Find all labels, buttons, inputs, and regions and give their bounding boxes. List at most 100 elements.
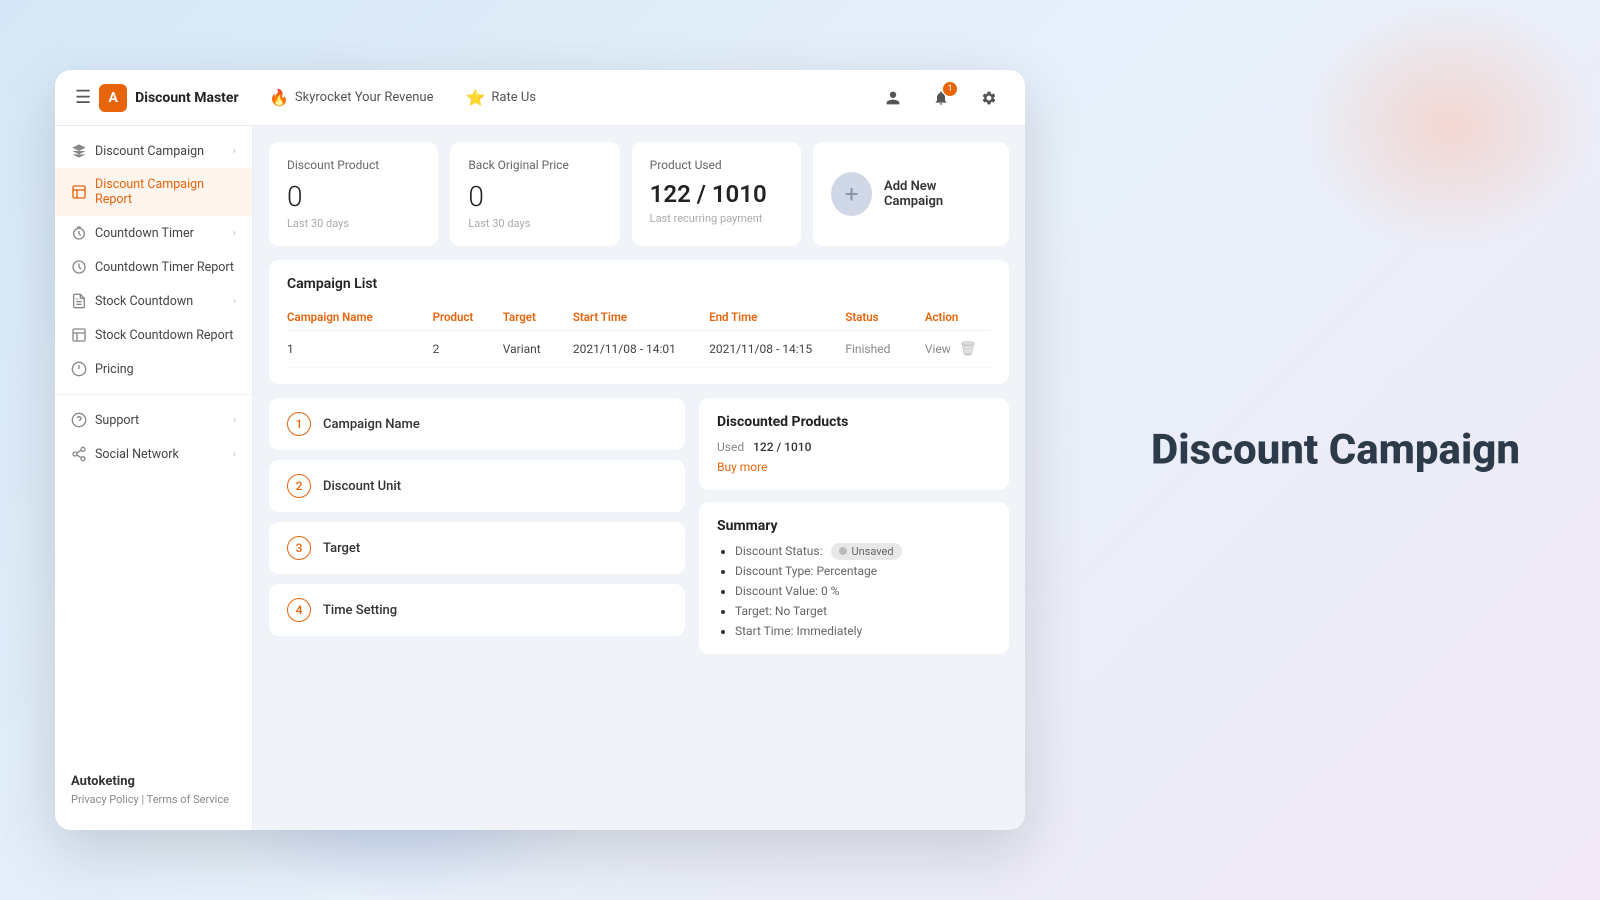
used-value: 122 / 1010 (753, 440, 811, 454)
app-logo: A (99, 84, 127, 112)
delete-button[interactable]: 🗑 (959, 341, 977, 357)
pricing-icon (71, 361, 87, 377)
user-icon-btn[interactable] (877, 82, 909, 114)
step-number-3: 3 (287, 536, 311, 560)
summary-item-1: Discount Type: Percentage (735, 564, 991, 578)
buy-more-link[interactable]: Buy more (717, 460, 991, 474)
sidebar-label-stock-countdown: Stock Countdown (95, 294, 225, 309)
summary-label-2: Discount Value: (735, 584, 818, 598)
add-circle-icon: + (831, 172, 872, 216)
sidebar-label-social-network: Social Network (95, 447, 225, 462)
action-buttons: View 🗑 (925, 341, 991, 357)
sidebar-item-countdown-timer-report[interactable]: Countdown Timer Report (55, 250, 252, 284)
sidebar-item-pricing[interactable]: Pricing (55, 352, 252, 386)
nav-skyrocket[interactable]: 🔥 Skyrocket Your Revenue (261, 84, 442, 111)
nav-skyrocket-label: Skyrocket Your Revenue (295, 90, 434, 105)
step-number-1: 1 (287, 412, 311, 436)
step-number-2: 2 (287, 474, 311, 498)
campaign-list-title: Campaign List (287, 276, 991, 292)
td-status: Finished (845, 342, 921, 356)
stat-back-original-price: Back Original Price 0 Last 30 days (450, 142, 619, 246)
sidebar-divider (55, 394, 252, 395)
sidebar-label-countdown-timer-report: Countdown Timer Report (95, 260, 236, 275)
used-label: Used (717, 440, 744, 454)
star-icon: ⭐ (466, 88, 486, 107)
app-body: Discount Campaign › Discount Campaign Re… (55, 126, 1025, 830)
stock-countdown-icon (71, 293, 87, 309)
sidebar-label-stock-countdown-report: Stock Countdown Report (95, 328, 236, 343)
app-window: ☰ A Discount Master 🔥 Skyrocket Your Rev… (55, 70, 1025, 830)
th-action: Action (925, 310, 991, 324)
sidebar-item-support[interactable]: Support › (55, 403, 252, 437)
sidebar-label-discount-report: Discount Campaign Report (95, 177, 236, 207)
summary-item-0: Discount Status: Unsaved (735, 544, 991, 558)
step-card-2[interactable]: 2 Discount Unit (269, 460, 685, 512)
nav-rate-label: Rate Us (491, 90, 536, 105)
summary-value-2: 0 % (821, 584, 840, 598)
header-nav: 🔥 Skyrocket Your Revenue ⭐ Rate Us (261, 84, 861, 111)
stat-product-used-sublabel: Last recurring payment (650, 212, 783, 225)
countdown-timer-report-icon (71, 259, 87, 275)
page-title-area: Discount Campaign (1151, 426, 1520, 475)
summary-label-4: Start Time: (735, 624, 793, 638)
step-label-3: Target (323, 541, 360, 556)
step-card-4[interactable]: 4 Time Setting (269, 584, 685, 636)
stat-product-used: Product Used 122 / 1010 Last recurring p… (632, 142, 801, 246)
summary-label-3: Target: (735, 604, 772, 618)
summary-card: Summary Discount Status: Unsaved Discoun… (699, 502, 1009, 654)
summary-value-3: No Target (775, 604, 827, 618)
stat-discount-product: Discount Product 0 Last 30 days (269, 142, 438, 246)
stat-back-sublabel: Last 30 days (468, 217, 601, 230)
sidebar-item-discount-campaign[interactable]: Discount Campaign › (55, 134, 252, 168)
app-title: Discount Master (135, 90, 238, 106)
view-button[interactable]: View (925, 342, 951, 356)
discounted-products-used: Used 122 / 1010 (717, 440, 991, 454)
add-campaign-card[interactable]: + Add New Campaign (813, 142, 1009, 246)
sidebar-item-stock-countdown-report[interactable]: Stock Countdown Report (55, 318, 252, 352)
hamburger-icon[interactable]: ☰ (75, 87, 91, 108)
nav-rate-us[interactable]: ⭐ Rate Us (458, 84, 545, 111)
step-label-1: Campaign Name (323, 417, 420, 432)
main-content: Discount Product 0 Last 30 days Back Ori… (253, 126, 1025, 830)
step-number-4: 4 (287, 598, 311, 622)
sidebar-item-discount-report[interactable]: Discount Campaign Report (55, 168, 252, 216)
summary-item-4: Start Time: Immediately (735, 624, 991, 638)
notification-icon-btn[interactable]: 1 (925, 82, 957, 114)
terms-link[interactable]: Terms of Service (147, 793, 229, 806)
form-panel: 1 Campaign Name 2 Discount Unit 3 Target… (269, 398, 1009, 654)
rocket-icon: 🔥 (269, 88, 289, 107)
step-card-1[interactable]: 1 Campaign Name (269, 398, 685, 450)
social-network-icon (71, 446, 87, 462)
td-product: 2 (433, 342, 499, 356)
dot-icon (839, 547, 847, 555)
sidebar-label-pricing: Pricing (95, 362, 236, 377)
stat-discount-product-sublabel: Last 30 days (287, 217, 420, 230)
summary-label-0: Discount Status: (735, 544, 822, 558)
discounted-products-title: Discounted Products (717, 414, 991, 430)
add-campaign-label: Add New Campaign (884, 179, 991, 209)
stock-countdown-report-icon (71, 327, 87, 343)
step-label-2: Discount Unit (323, 479, 401, 494)
privacy-link[interactable]: Privacy Policy (71, 793, 139, 806)
app-header: ☰ A Discount Master 🔥 Skyrocket Your Rev… (55, 70, 1025, 126)
th-end-time: End Time (709, 310, 841, 324)
form-steps: 1 Campaign Name 2 Discount Unit 3 Target… (269, 398, 685, 654)
settings-icon-btn[interactable] (973, 82, 1005, 114)
stat-product-used-label: Product Used (650, 158, 783, 172)
header-actions: 1 (877, 82, 1005, 114)
form-sidebar: Discounted Products Used 122 / 1010 Buy … (699, 398, 1009, 654)
step-card-3[interactable]: 3 Target (269, 522, 685, 574)
unsaved-badge: Unsaved (831, 543, 901, 560)
step-label-4: Time Setting (323, 603, 397, 618)
summary-title: Summary (717, 518, 991, 534)
td-target: Variant (503, 342, 569, 356)
sidebar-item-social-network[interactable]: Social Network › (55, 437, 252, 471)
sidebar-label-countdown-timer: Countdown Timer (95, 226, 225, 241)
summary-value-4: Immediately (796, 624, 862, 638)
sidebar-item-stock-countdown[interactable]: Stock Countdown › (55, 284, 252, 318)
sidebar-item-countdown-timer[interactable]: Countdown Timer › (55, 216, 252, 250)
sidebar-links: Privacy Policy | Terms of Service (71, 793, 236, 806)
th-status: Status (845, 310, 921, 324)
discount-report-icon (71, 184, 87, 200)
summary-label-1: Discount Type: (735, 564, 813, 578)
